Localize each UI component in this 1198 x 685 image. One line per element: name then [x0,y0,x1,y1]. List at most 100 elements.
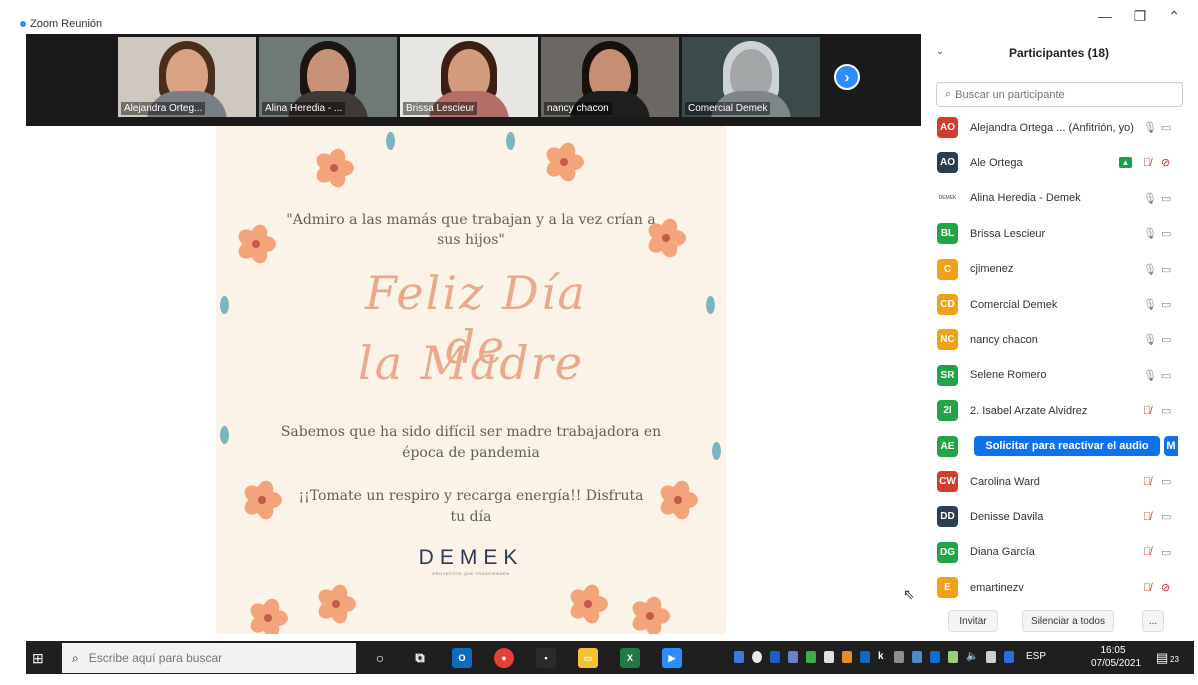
participant-avatar: DEMEK [937,187,958,209]
camera-off-icon[interactable]: ⊘ [1161,156,1170,169]
tray-icon-10[interactable] [894,651,904,663]
request-unmute-button[interactable]: Solicitar para reactivar el audio [974,436,1160,457]
file-explorer-icon[interactable]: ▭ [578,648,598,668]
mic-icon[interactable]: 🎙 [1143,227,1157,240]
more-button[interactable]: M [1164,436,1178,457]
battery-icon[interactable] [986,651,996,663]
tray-icon-8[interactable] [860,651,870,663]
video-strip: › Alejandra Orteg... Alina Heredia - ... B… [26,34,921,126]
taskbar-search-input[interactable] [88,651,339,665]
minimize-button[interactable]: — [1098,8,1112,25]
mic-muted-icon[interactable]: 🎙̸ [1143,157,1151,169]
participant-name: Diana García [970,546,1035,559]
notification-center-icon[interactable]: ▤ [1156,650,1168,666]
app-icon[interactable]: ▪ [536,648,556,668]
task-view-icon[interactable]: ⧉ [410,648,430,668]
participant-search[interactable]: ⌕ [936,82,1183,107]
taskbar-search[interactable]: ⌕ [62,643,356,673]
collapse-button[interactable]: ⌃ [1168,8,1180,25]
outlook-icon[interactable]: O [452,648,472,668]
mic-muted-icon[interactable]: 🎙̸ [1143,476,1151,488]
participant-row[interactable]: NC nancy chacon 🎙 ▭ [924,322,1194,357]
participant-row[interactable]: CD Comercial Demek 🎙 ▭ [924,287,1194,322]
camera-icon[interactable]: ▭ [1161,510,1171,523]
flower-decoration [238,224,276,264]
bluetooth-icon[interactable] [930,651,940,663]
mic-icon[interactable]: 🎙 [1143,298,1157,311]
camera-icon[interactable]: ▭ [1161,121,1171,134]
participant-row[interactable]: Eemartinezv 🎙̸ ⊘ [924,570,1194,605]
video-tile[interactable]: Comercial Demek [682,37,820,117]
invite-button[interactable]: Invitar [948,610,998,632]
mic-muted-icon[interactable]: 🎙̸ [1143,511,1151,523]
chrome-icon[interactable]: ● [494,648,514,668]
participant-row[interactable]: BL Brissa Lescieur 🎙 ▭ [924,216,1194,251]
video-tile-name: Alejandra Orteg... [121,102,206,115]
volume-icon[interactable]: 🔈 [966,651,978,662]
mic-muted-icon[interactable]: 🎙̸ [1143,546,1151,558]
language-indicator[interactable]: ESP [1026,651,1046,662]
leaf-decoration [706,296,715,314]
cortana-icon[interactable]: ○ [370,648,390,668]
participant-row[interactable]: CW Carolina Ward 🎙̸ ▭ [924,464,1194,499]
participant-avatar: AO [937,117,958,138]
mic-muted-icon[interactable]: 🎙̸ [1143,582,1151,594]
video-tile[interactable]: Brissa Lescieur [400,37,538,117]
participants-footer: Invitar Silenciar a todos ... [924,610,1194,634]
participant-row[interactable]: 2I 2. Isabel Arzate Alvidrez 🎙̸ ▭ [924,393,1194,428]
camera-icon[interactable]: ▭ [1161,404,1171,417]
restore-button[interactable]: ❐ [1134,8,1147,25]
camera-icon[interactable]: ▭ [1161,333,1171,346]
participant-row[interactable]: DD Denisse Davila 🎙̸ ▭ [924,499,1194,534]
zoom-taskbar-icon[interactable]: ▶ [662,648,682,668]
windows-start-icon[interactable]: ⊞ [32,650,44,667]
mic-icon[interactable]: 🎙 [1143,333,1157,346]
search-icon: ⌕ [945,88,952,100]
mute-all-button[interactable]: Silenciar a todos [1022,610,1114,632]
tray-icon-9[interactable]: k [878,651,884,662]
mic-icon[interactable]: 🎙 [1143,369,1157,382]
tray-icon-12[interactable] [948,651,958,663]
camera-icon[interactable]: ▭ [1161,298,1171,311]
tray-icon-11[interactable] [912,651,922,663]
participant-row[interactable]: SR Selene Romero 🎙 ▭ [924,358,1194,393]
camera-icon[interactable]: ▭ [1161,369,1171,382]
tray-icon-2[interactable] [752,651,762,663]
participant-search-input[interactable] [955,88,1166,101]
mic-muted-icon[interactable]: 🎙̸ [1143,405,1151,417]
participant-row[interactable]: AO Ale Ortega ▲ 🎙̸ ⊘ [924,145,1194,180]
mic-icon[interactable]: 🎙 [1143,192,1157,205]
participant-row[interactable]: DG Diana García 🎙̸ ▭ [924,535,1194,570]
tray-icon-4[interactable] [788,651,798,663]
tray-icon-7[interactable] [842,651,852,663]
participant-avatar: DD [937,506,958,528]
participant-row[interactable]: AE Solicitar para reactivar el audio M [924,429,1194,464]
camera-icon[interactable]: ▭ [1161,263,1171,276]
card-quote: "Admiro a las mamás que trabajan y a la … [286,212,656,248]
more-options-button[interactable]: ... [1142,610,1164,632]
video-tile[interactable]: Alina Heredia - ... [259,37,397,117]
video-tile[interactable]: nancy chacon [541,37,679,117]
dropbox-icon[interactable] [1004,651,1014,663]
camera-icon[interactable]: ▭ [1161,546,1171,559]
mic-icon[interactable]: 🎙 [1143,263,1157,276]
camera-off-icon[interactable]: ⊘ [1161,581,1170,594]
next-page-button[interactable]: › [834,64,860,90]
participant-row[interactable]: Ccjimenez 🎙 ▭ [924,252,1194,287]
system-clock[interactable]: 16:05 07/05/2021 [1091,644,1141,670]
participant-row[interactable]: AO Alejandra Ortega ... (Anfitrión, yo) 🎙 ▭ [924,110,1194,145]
zoom-logo-icon [20,21,26,27]
tray-icon-1[interactable] [734,651,744,663]
tray-icon-3[interactable] [770,651,780,663]
participant-name: Comercial Demek [970,298,1058,311]
participant-row[interactable]: DEMEK Alina Heredia - Demek 🎙 ▭ [924,181,1194,216]
camera-icon[interactable]: ▭ [1161,475,1171,488]
camera-icon[interactable]: ▭ [1161,227,1171,240]
excel-icon[interactable]: X [620,648,640,668]
camera-icon[interactable]: ▭ [1161,192,1171,205]
leaf-decoration [386,132,395,150]
mic-icon[interactable]: 🎙 [1143,121,1157,134]
tray-icon-6[interactable] [824,651,834,663]
video-tile[interactable]: Alejandra Orteg... [118,37,256,117]
tray-icon-5[interactable] [806,651,816,663]
